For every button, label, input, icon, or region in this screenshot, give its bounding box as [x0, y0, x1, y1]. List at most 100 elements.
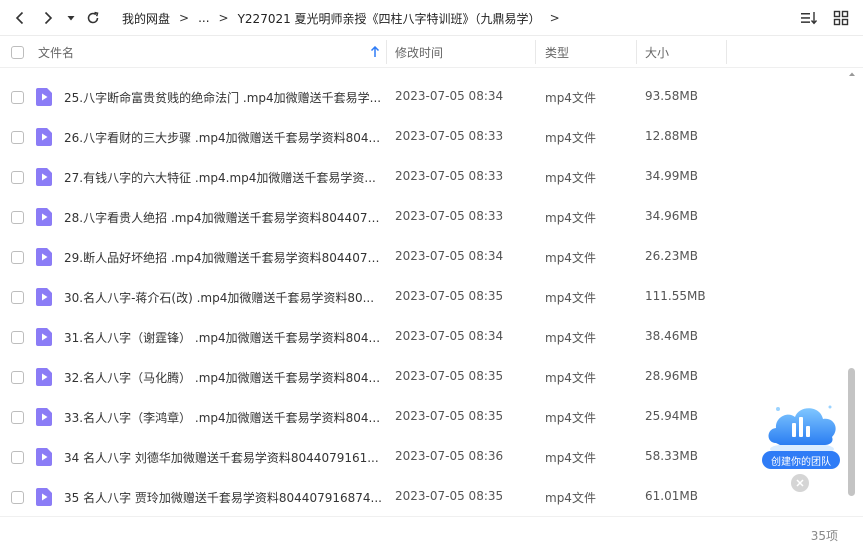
file-name[interactable]: 27.有钱八字的六大特征 .mp4.mp4加微赠送千套易学资... [64, 169, 382, 186]
video-file-icon [36, 128, 52, 146]
file-modified-time: 2023-07-05 08:35 [395, 489, 504, 503]
scroll-up-arrow-icon[interactable] [848, 70, 856, 78]
file-modified-time: 2023-07-05 08:33 [395, 129, 504, 143]
grid-icon [833, 10, 849, 26]
file-name[interactable]: 29.断人品好坏绝招 .mp4加微赠送千套易学资料8044079... [64, 249, 382, 266]
table-row[interactable]: 33.名人八字（李鸿章） .mp4加微赠送千套易学资料804... 2023-07… [0, 397, 845, 437]
file-modified-time: 2023-07-05 08:33 [395, 169, 504, 183]
row-checkbox[interactable] [11, 451, 24, 464]
file-modified-time: 2023-07-05 08:34 [395, 249, 504, 263]
row-checkbox[interactable] [11, 131, 24, 144]
breadcrumb-current[interactable]: Y227021 夏光明师亲授《四柱八字特训班》（九鼎易学） [238, 10, 541, 27]
column-divider[interactable] [386, 40, 387, 64]
file-type: mp4文件 [545, 251, 596, 265]
file-name[interactable]: 26.八字看财的三大步骤 .mp4加微赠送千套易学资料804... [64, 129, 382, 146]
grid-view-button[interactable] [831, 8, 851, 28]
column-header-name[interactable]: 文件名 [38, 36, 74, 68]
file-name[interactable]: 33.名人八字（李鸿章） .mp4加微赠送千套易学资料804... [64, 409, 382, 426]
file-browser-window: 我的网盘 > ... > Y227021 夏光明师亲授《四柱八字特训班》（九鼎易… [0, 0, 863, 552]
row-checkbox[interactable] [11, 171, 24, 184]
video-file-icon [36, 328, 52, 346]
row-checkbox[interactable] [11, 91, 24, 104]
file-name[interactable]: 35 名人八字 贾玲加微赠送千套易学资料804407916874... [64, 489, 382, 506]
forward-button[interactable] [36, 6, 60, 30]
row-checkbox[interactable] [11, 291, 24, 304]
column-divider[interactable] [535, 40, 536, 64]
file-name[interactable]: 32.名人八字（马化腾） .mp4加微赠送千套易学资料804... [64, 369, 382, 386]
view-controls [799, 8, 851, 28]
sort-ascending-icon[interactable] [370, 46, 380, 58]
video-file-icon [36, 488, 52, 506]
table-row[interactable]: 25.八字断命富贵贫贱的绝命法门 .mp4加微赠送千套易学... 2023-07-… [0, 77, 845, 117]
file-name[interactable]: 25.八字断命富贵贫贱的绝命法门 .mp4加微赠送千套易学... [64, 89, 382, 106]
table-row[interactable]: 31.名人八字（谢霆锋） .mp4加微赠送千套易学资料804... 2023-07… [0, 317, 845, 357]
refresh-button[interactable] [81, 6, 105, 30]
row-checkbox[interactable] [11, 371, 24, 384]
video-file-icon [36, 248, 52, 266]
video-file-icon [36, 168, 52, 186]
file-modified-time: 2023-07-05 08:34 [395, 329, 504, 343]
breadcrumb-ellipsis[interactable]: ... [198, 11, 209, 25]
table-row[interactable]: 34 名人八字 刘德华加微赠送千套易学资料8044079161... 2023-0… [0, 437, 845, 477]
file-size: 111.55MB [645, 289, 706, 303]
chevron-left-icon [15, 11, 24, 25]
scrollbar-thumb[interactable] [848, 368, 855, 496]
file-modified-time: 2023-07-05 08:34 [395, 89, 504, 103]
file-list: 25.八字断命富贵贫贱的绝命法门 .mp4加微赠送千套易学... 2023-07-… [0, 77, 845, 517]
file-size: 58.33MB [645, 449, 698, 463]
column-header-modified[interactable]: 修改时间 [395, 36, 443, 68]
column-divider[interactable] [726, 40, 727, 64]
select-all-checkbox[interactable] [11, 45, 24, 59]
create-team-label[interactable]: 创建你的团队 [762, 451, 840, 469]
row-checkbox[interactable] [11, 211, 24, 224]
file-modified-time: 2023-07-05 08:35 [395, 409, 504, 423]
team-widget-close-button[interactable] [791, 474, 809, 492]
file-name[interactable]: 30.名人八字-蒋介石(改) .mp4加微赠送千套易学资料80... [64, 289, 382, 306]
file-name[interactable]: 31.名人八字（谢霆锋） .mp4加微赠送千套易学资料804... [64, 329, 382, 346]
table-row[interactable]: 32.名人八字（马化腾） .mp4加微赠送千套易学资料804... 2023-07… [0, 357, 845, 397]
column-divider[interactable] [636, 40, 637, 64]
file-modified-time: 2023-07-05 08:35 [395, 289, 504, 303]
select-all-cell [11, 36, 24, 68]
close-icon [796, 479, 804, 487]
row-checkbox[interactable] [11, 251, 24, 264]
sort-options-button[interactable] [799, 8, 819, 28]
table-row[interactable]: 28.八字看贵人绝招 .mp4加微赠送千套易学资料8044079... 2023-… [0, 197, 845, 237]
file-type: mp4文件 [545, 91, 596, 105]
row-checkbox[interactable] [11, 491, 24, 504]
table-row[interactable]: 26.八字看财的三大步骤 .mp4加微赠送千套易学资料804... 2023-07… [0, 117, 845, 157]
file-modified-time: 2023-07-05 08:36 [395, 449, 504, 463]
file-type: mp4文件 [545, 451, 596, 465]
table-row[interactable]: 27.有钱八字的六大特征 .mp4.mp4加微赠送千套易学资... 2023-07… [0, 157, 845, 197]
file-size: 34.99MB [645, 169, 698, 183]
row-checkbox[interactable] [11, 331, 24, 344]
column-header-size[interactable]: 大小 [645, 36, 669, 68]
breadcrumb-separator-icon: > [549, 11, 560, 25]
item-count: 35项 [810, 529, 838, 543]
file-name[interactable]: 34 名人八字 刘德华加微赠送千套易学资料8044079161... [64, 449, 382, 466]
breadcrumb-separator-icon: > [179, 11, 190, 25]
table-row[interactable]: 29.断人品好坏绝招 .mp4加微赠送千套易学资料8044079... 2023-… [0, 237, 845, 277]
history-dropdown-button[interactable] [63, 6, 79, 30]
table-row[interactable]: 30.名人八字-蒋介石(改) .mp4加微赠送千套易学资料80... 2023-0… [0, 277, 845, 317]
file-type: mp4文件 [545, 291, 596, 305]
back-button[interactable] [8, 6, 32, 30]
refresh-icon [87, 11, 99, 24]
row-checkbox[interactable] [11, 411, 24, 424]
breadcrumb-root[interactable]: 我的网盘 [122, 10, 170, 27]
file-name[interactable]: 28.八字看贵人绝招 .mp4加微赠送千套易学资料8044079... [64, 209, 382, 226]
file-size: 93.58MB [645, 89, 698, 103]
breadcrumb: 我的网盘 > ... > Y227021 夏光明师亲授《四柱八字特训班》（九鼎易… [122, 0, 569, 36]
video-file-icon [36, 88, 52, 106]
column-header-type[interactable]: 类型 [545, 36, 569, 68]
file-type: mp4文件 [545, 331, 596, 345]
file-type: mp4文件 [545, 211, 596, 225]
table-row[interactable]: 35 名人八字 贾玲加微赠送千套易学资料804407916874... 2023-… [0, 477, 845, 517]
file-size: 61.01MB [645, 489, 698, 503]
file-size: 26.23MB [645, 249, 698, 263]
file-type: mp4文件 [545, 171, 596, 185]
top-nav-bar: 我的网盘 > ... > Y227021 夏光明师亲授《四柱八字特训班》（九鼎易… [0, 0, 863, 36]
team-cloud-icon [768, 405, 836, 455]
file-type: mp4文件 [545, 131, 596, 145]
table-header: 文件名 修改时间 类型 大小 [0, 36, 863, 68]
